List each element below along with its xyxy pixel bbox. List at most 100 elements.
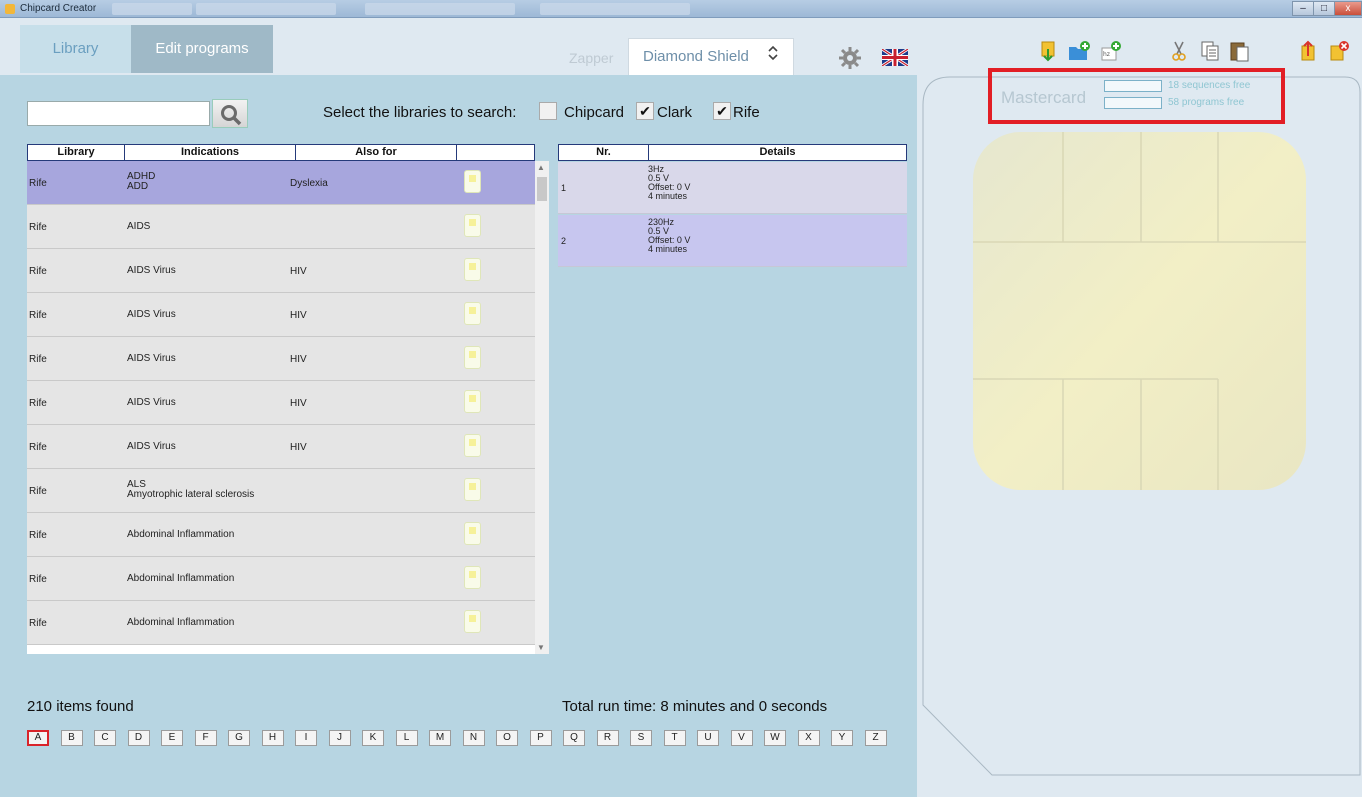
letter-filter-j[interactable]: J [328,730,351,746]
cell-indications: Abdominal Inflammation [127,530,234,540]
search-button[interactable] [212,99,248,128]
new-folder-icon[interactable] [1068,40,1090,62]
table-row[interactable]: Rife Abdominal Inflammation [27,557,535,601]
letter-filter-f[interactable]: F [194,730,217,746]
column-header-nr[interactable]: Nr. [558,144,649,161]
column-header-details[interactable]: Details [648,144,907,161]
add-to-card-icon[interactable] [464,434,481,457]
table-row[interactable]: Rife Abdominal Inflammation [27,513,535,557]
letter-filter-g[interactable]: G [228,730,250,746]
letter-filter-z[interactable]: Z [864,730,887,746]
detail-row[interactable]: 2 230Hz 0.5 V Offset: 0 V4 minutes [558,215,907,267]
letter-filter-n[interactable]: N [462,730,485,746]
add-to-card-icon[interactable] [464,610,481,633]
indication-text: AIDS Virus [127,309,176,320]
letter-filter-t[interactable]: T [663,730,686,746]
background-window-tab [112,3,192,15]
letter-filter-u[interactable]: U [697,730,719,746]
letter-filter-c[interactable]: C [94,730,116,746]
cell-library: Rife [29,486,47,497]
delete-card-icon[interactable] [1328,40,1350,62]
items-found-count: 210 items found [27,698,134,715]
cell-indications: AIDS Virus [127,310,176,320]
indication-text: AIDS Virus [127,441,176,452]
paste-icon[interactable] [1229,40,1251,62]
detail-row[interactable]: 1 3Hz 0.5 V Offset: 0 V4 minutes [558,162,907,214]
table-row[interactable]: Rife Abdominal Inflammation [27,601,535,645]
column-header-library[interactable]: Library [27,144,125,161]
letter-filter-b[interactable]: B [60,730,83,746]
detail-line: 4 minutes [648,191,688,201]
checkbox-chipcard[interactable] [539,102,557,120]
add-to-card-icon[interactable] [464,346,481,369]
letter-filter-r[interactable]: R [596,730,619,746]
letter-filter-s[interactable]: S [630,730,652,746]
letter-filter-k[interactable]: K [362,730,384,746]
scroll-up-icon[interactable]: ▲ [537,163,545,172]
add-to-card-icon[interactable] [464,170,481,193]
letter-filter-e[interactable]: E [161,730,183,746]
maximize-button[interactable]: □ [1313,1,1335,16]
capacity-highlight [988,68,1285,124]
uk-flag-icon[interactable] [882,49,908,66]
tab-edit-programs[interactable]: Edit programs [131,25,273,73]
vertical-scrollbar[interactable]: ▲ ▼ [535,161,549,654]
table-row[interactable]: Rife AIDS Virus HIV [27,381,535,425]
letter-filter-w[interactable]: W [764,730,786,746]
letter-filter-v[interactable]: V [730,730,753,746]
table-row[interactable]: Rife AIDS Virus HIV [27,293,535,337]
column-header-indications[interactable]: Indications [124,144,296,161]
letter-filter-q[interactable]: Q [563,730,585,746]
table-row[interactable]: Rife ALS Amyotrophic lateral sclerosis [27,469,535,513]
add-to-card-icon[interactable] [464,478,481,501]
add-to-card-icon[interactable] [464,390,481,413]
letter-filter-d[interactable]: D [127,730,150,746]
add-to-card-icon[interactable] [464,302,481,325]
cell-indications: AIDS Virus [127,354,176,364]
background-window-tab [196,3,336,15]
add-to-card-icon[interactable] [464,214,481,237]
table-row[interactable]: Rife ADHD ADD Dyslexia [27,161,535,205]
scroll-thumb[interactable] [537,177,547,201]
checkbox-rife[interactable]: ✔ [713,102,731,120]
close-button[interactable]: x [1334,1,1362,16]
table-row[interactable]: Rife AIDS Virus HIV [27,425,535,469]
add-to-card-icon[interactable] [464,522,481,545]
cell-also-for: HIV [290,310,307,321]
copy-icon[interactable] [1199,40,1221,62]
letter-filter-i[interactable]: I [295,730,317,746]
new-program-icon[interactable]: hz [1100,40,1122,62]
cell-also-for: HIV [290,398,307,409]
cut-icon[interactable] [1168,40,1190,62]
letter-filter-o[interactable]: O [496,730,518,746]
indication-text: AIDS Virus [127,265,176,276]
letter-filter-p[interactable]: P [529,730,552,746]
column-header-also-for[interactable]: Also for [295,144,457,161]
add-to-card-icon[interactable] [464,566,481,589]
checkbox-clark[interactable]: ✔ [636,102,654,120]
cell-library: Rife [29,178,47,189]
letter-filter-x[interactable]: X [797,730,820,746]
add-to-card-icon[interactable] [464,258,481,281]
search-input[interactable] [27,101,210,126]
letter-filter-l[interactable]: L [395,730,418,746]
gear-icon[interactable] [838,46,862,74]
table-row[interactable]: Rife AIDS [27,205,535,249]
letter-filter-m[interactable]: M [429,730,451,746]
letter-filter-h[interactable]: H [261,730,284,746]
table-row[interactable]: Rife AIDS Virus HIV [27,249,535,293]
upload-card-icon[interactable] [1297,40,1319,62]
table-row[interactable]: Rife AIDS Virus HIV [27,337,535,381]
window-title-bar: Chipcard Creator – □ x [0,0,1362,18]
checkbox-label-rife: Rife [733,104,760,121]
zapper-label: Zapper [569,50,614,66]
letter-filter-a[interactable]: A [27,730,49,746]
tab-library[interactable]: Library [20,25,131,73]
letter-filter-y[interactable]: Y [831,730,853,746]
download-card-icon[interactable] [1037,40,1059,62]
zapper-value: Diamond Shield [643,48,749,65]
cell-also-for: HIV [290,266,307,277]
minimize-button[interactable]: – [1292,1,1314,16]
zapper-select[interactable]: Diamond Shield [628,38,794,76]
scroll-down-icon[interactable]: ▼ [537,643,545,652]
